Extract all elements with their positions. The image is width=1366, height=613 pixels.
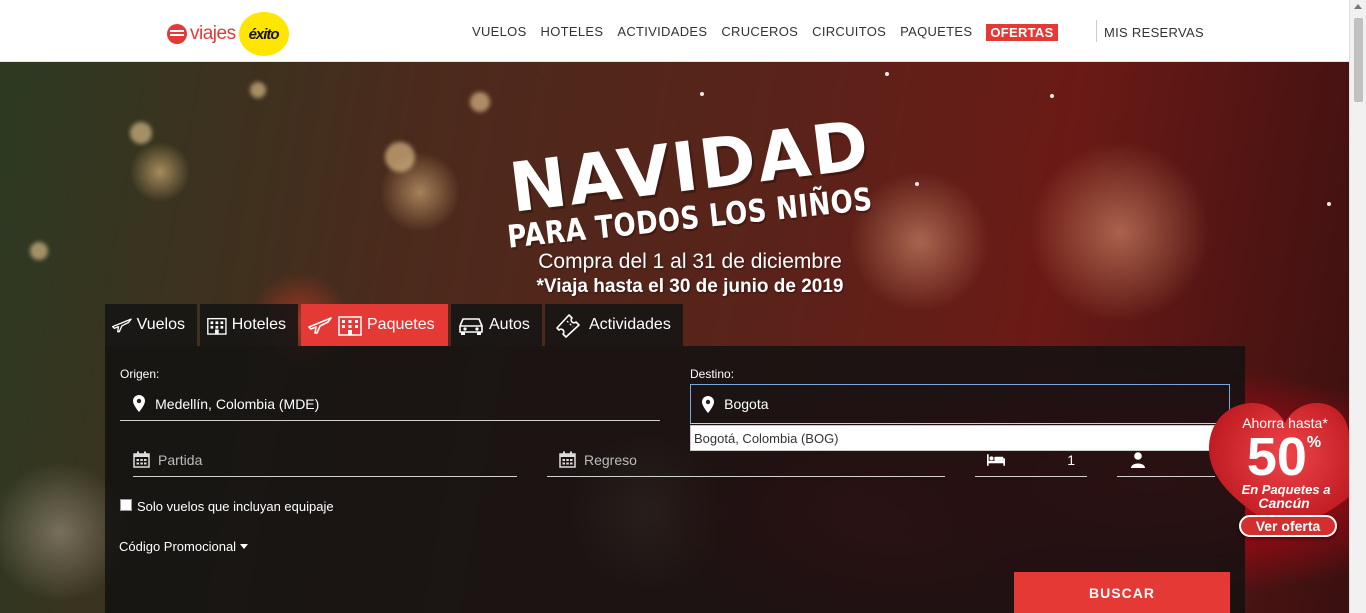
offer-badge-text: Ahorra hasta* 50% En Paquetes a Cancún bbox=[1205, 415, 1349, 510]
plane-building-icon bbox=[308, 316, 362, 336]
origin-label: Origen: bbox=[120, 367, 160, 381]
tab-hoteles-label: Hoteles bbox=[231, 316, 286, 333]
site-header: viajes éxito VUELOS HOTELES ACTIVIDADES … bbox=[0, 0, 1349, 62]
nav-paquetes[interactable]: PAQUETES bbox=[900, 24, 972, 41]
travelers-field[interactable] bbox=[1117, 443, 1215, 477]
view-offer-button[interactable]: Ver oferta bbox=[1239, 515, 1337, 537]
offer-percent-sign: % bbox=[1306, 434, 1322, 451]
logo-exito-badge: éxito bbox=[238, 12, 289, 56]
destination-input[interactable] bbox=[724, 396, 1229, 412]
tab-vuelos-label: Vuelos bbox=[136, 316, 185, 333]
nav-vuelos[interactable]: VUELOS bbox=[472, 24, 527, 41]
origin-field[interactable] bbox=[120, 387, 660, 421]
main-nav: VUELOS HOTELES ACTIVIDADES CRUCEROS CIRC… bbox=[472, 24, 1072, 41]
building-icon bbox=[207, 317, 227, 335]
search-button[interactable]: BUSCAR bbox=[1014, 572, 1230, 613]
calendar-icon bbox=[133, 451, 150, 468]
luggage-checkbox-label: Solo vuelos que incluyan equipaje bbox=[137, 499, 334, 514]
location-pin-icon bbox=[699, 395, 716, 413]
nav-actividades[interactable]: ACTIVIDADES bbox=[617, 24, 707, 41]
scroll-up-arrow-icon[interactable] bbox=[1354, 4, 1362, 9]
snowflake bbox=[1327, 202, 1331, 206]
snowflake bbox=[1050, 94, 1054, 98]
calendar-icon bbox=[559, 451, 576, 468]
destination-label: Destino: bbox=[690, 367, 735, 381]
tab-vuelos[interactable]: Vuelos bbox=[105, 304, 197, 346]
nav-ofertas[interactable]: OFERTAS bbox=[986, 24, 1058, 41]
tab-actividades-label: Actividades bbox=[589, 316, 671, 333]
car-icon bbox=[459, 318, 483, 335]
promo-text-block: NAVIDAD PARA TODOS LOS NIÑOS Compra del … bbox=[480, 106, 900, 298]
origin-input[interactable] bbox=[155, 395, 660, 412]
tab-actividades[interactable]: Actividades bbox=[545, 304, 683, 346]
destination-field[interactable] bbox=[690, 384, 1230, 424]
luggage-checkbox[interactable] bbox=[120, 498, 132, 511]
tab-paquetes[interactable]: Paquetes bbox=[301, 304, 448, 346]
snowflake bbox=[915, 182, 919, 186]
search-tabs: Vuelos Hoteles Paquetes Autos Actividade… bbox=[105, 304, 683, 346]
logo-text: viajes bbox=[190, 23, 236, 44]
bed-icon bbox=[987, 453, 1005, 467]
nav-hoteles[interactable]: HOTELES bbox=[541, 24, 604, 41]
bokeh-light bbox=[130, 122, 152, 144]
offer-destination: Cancún bbox=[1258, 495, 1310, 511]
offer-percent-value: 50 bbox=[1246, 427, 1307, 487]
snowflake bbox=[700, 92, 704, 96]
promo-code-toggle[interactable]: Código Promocional bbox=[119, 539, 249, 554]
luggage-option[interactable]: Solo vuelos que incluyan equipaje bbox=[120, 498, 334, 514]
tab-hoteles[interactable]: Hoteles bbox=[200, 304, 298, 346]
location-pin-icon bbox=[130, 395, 147, 412]
person-icon bbox=[1129, 451, 1147, 468]
tab-autos[interactable]: Autos bbox=[451, 304, 542, 346]
caret-down-icon bbox=[240, 544, 249, 549]
departure-date-field[interactable] bbox=[133, 443, 517, 477]
scrollbar-thumb[interactable] bbox=[1354, 18, 1363, 102]
logo-symbol-icon bbox=[167, 24, 187, 44]
my-reservations-link[interactable]: MIS RESERVAS bbox=[1104, 25, 1204, 40]
nav-cruceros[interactable]: CRUCEROS bbox=[721, 24, 798, 41]
promo-travel-dates: *Viaja hasta el 30 de junio de 2019 bbox=[536, 276, 844, 297]
plane-icon bbox=[112, 318, 132, 333]
departure-input[interactable] bbox=[158, 451, 517, 468]
promo-dates: Compra del 1 al 31 de diciembre bbox=[538, 250, 842, 273]
nav-circuitos[interactable]: CIRCUITOS bbox=[812, 24, 886, 41]
ticket-icon bbox=[556, 314, 580, 338]
bokeh-light bbox=[385, 142, 415, 172]
snowflake bbox=[885, 72, 889, 76]
tab-paquetes-label: Paquetes bbox=[367, 316, 435, 333]
bokeh-light bbox=[470, 92, 490, 112]
rooms-count: 1 bbox=[1067, 451, 1075, 468]
site-logo[interactable]: viajes éxito bbox=[167, 12, 289, 56]
offer-badge[interactable]: Ahorra hasta* 50% En Paquetes a Cancún V… bbox=[1205, 397, 1349, 549]
nav-divider bbox=[1096, 20, 1097, 42]
page-scrollbar[interactable] bbox=[1349, 0, 1366, 613]
promo-code-label: Código Promocional bbox=[119, 539, 237, 554]
rooms-field[interactable]: 1 bbox=[975, 443, 1087, 477]
bokeh-light bbox=[250, 82, 266, 98]
search-panel: Origen: Destino: Bogotá, Colombia (BOG) … bbox=[105, 346, 1245, 613]
return-input[interactable] bbox=[584, 451, 945, 468]
offer-percent: 50% bbox=[1205, 430, 1349, 484]
return-date-field[interactable] bbox=[547, 443, 945, 477]
tab-autos-label: Autos bbox=[489, 316, 530, 333]
bokeh-light bbox=[30, 242, 48, 260]
